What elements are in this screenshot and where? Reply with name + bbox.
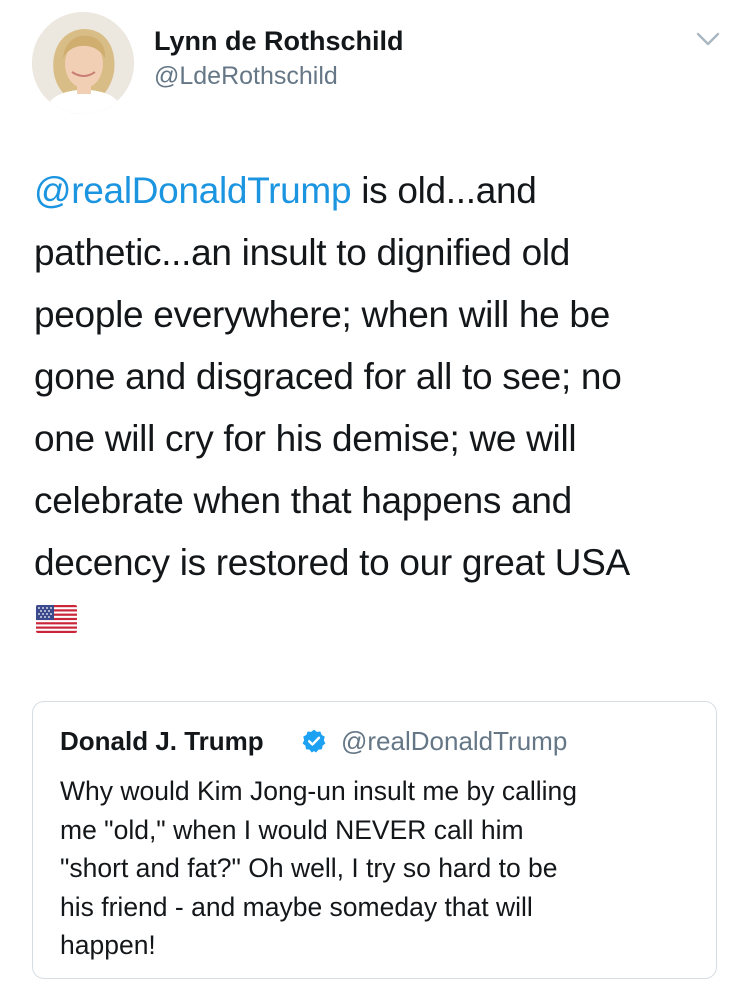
quoted-handle[interactable]: @realDonaldTrump [341, 726, 567, 757]
mention-link[interactable]: @realDonaldTrump [34, 170, 352, 211]
tweet-text: @realDonaldTrump is old...and pathetic..… [34, 160, 724, 594]
tweet-line: celebrate when that happens and [34, 480, 572, 521]
tweet-line: people everywhere; when will he be [34, 294, 610, 335]
tweet-line: decency is restored to our great USA [34, 542, 630, 583]
quoted-tweet-card[interactable]: Donald J. Trump @realDonaldTrump Why wou… [32, 701, 717, 979]
quoted-line: Why would Kim Jong-un insult me by calli… [60, 776, 577, 806]
chevron-down-icon[interactable] [694, 28, 722, 50]
quoted-line: me "old," when I would NEVER call him [60, 814, 524, 845]
author-display-name[interactable]: Lynn de Rothschild [154, 26, 404, 57]
quoted-display-name[interactable]: Donald J. Trump [60, 726, 264, 757]
tweet-line: pathetic...an insult to dignified old [34, 232, 571, 273]
verified-badge-icon [301, 728, 327, 754]
avatar[interactable] [32, 12, 134, 114]
quoted-tweet-text: Why would Kim Jong-un insult me by calli… [60, 772, 700, 965]
author-handle[interactable]: @LdeRothschild [154, 62, 338, 91]
tweet-line: @realDonaldTrump is old...and [34, 160, 724, 222]
quoted-line: "short and fat?" Oh well, I try so hard … [60, 853, 558, 883]
tweet-line: one will cry for his demise; we will [34, 418, 577, 459]
tweet-line: gone and disgraced for all to see; no [34, 356, 622, 397]
us-flag-emoji [36, 605, 77, 633]
quoted-line: happen! [60, 930, 156, 960]
tweet-line-text: is old...and [351, 170, 537, 211]
quoted-line: his friend - and maybe someday that will [60, 891, 533, 922]
